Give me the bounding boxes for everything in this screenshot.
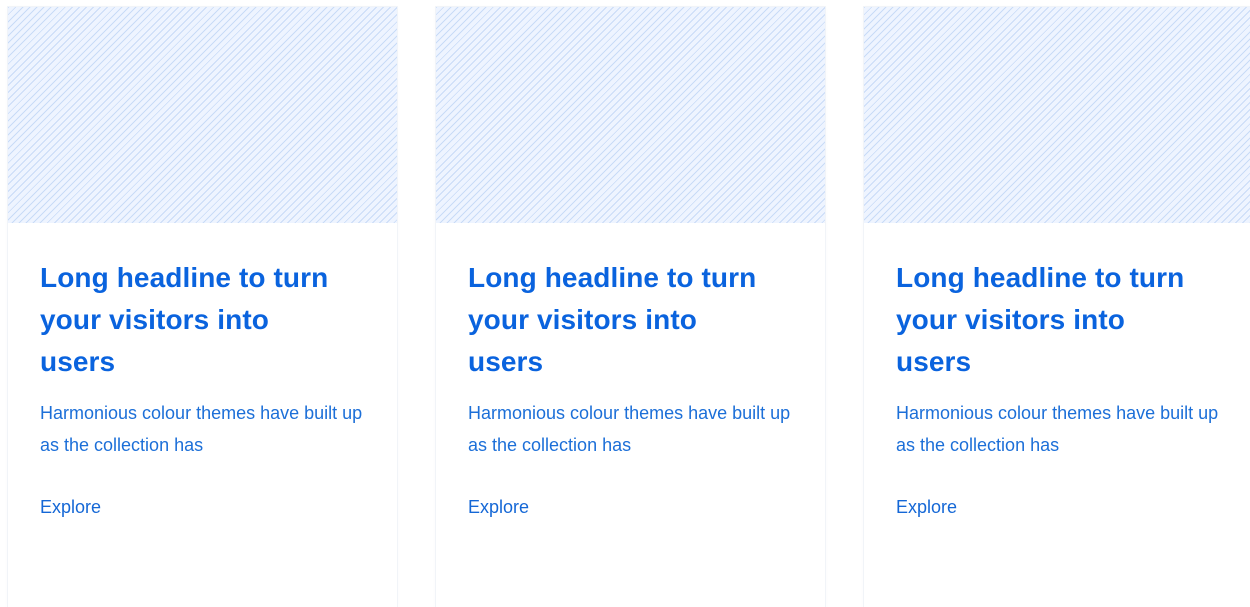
card-image-placeholder [864, 7, 1250, 223]
card: Long headline to turn your visitors into… [8, 7, 397, 607]
card-title: Long headline to turn your visitors into… [40, 262, 329, 377]
card-title: Long headline to turn your visitors into… [468, 262, 757, 377]
card-body: Long headline to turn your visitors into… [864, 223, 1250, 518]
explore-link[interactable]: Explore [896, 496, 957, 518]
card-image-placeholder [436, 7, 825, 223]
card: Long headline to turn your visitors into… [864, 7, 1250, 607]
card-description: Harmonious colour themes have built up a… [468, 403, 791, 455]
card-description: Harmonious colour themes have built up a… [896, 403, 1219, 455]
explore-link[interactable]: Explore [40, 496, 101, 518]
card-body: Long headline to turn your visitors into… [8, 223, 397, 518]
explore-link[interactable]: Explore [468, 496, 529, 518]
card-image-placeholder [8, 7, 397, 223]
card: Long headline to turn your visitors into… [436, 7, 825, 607]
card-description: Harmonious colour themes have built up a… [40, 403, 363, 455]
card-body: Long headline to turn your visitors into… [436, 223, 825, 518]
card-title: Long headline to turn your visitors into… [896, 262, 1185, 377]
